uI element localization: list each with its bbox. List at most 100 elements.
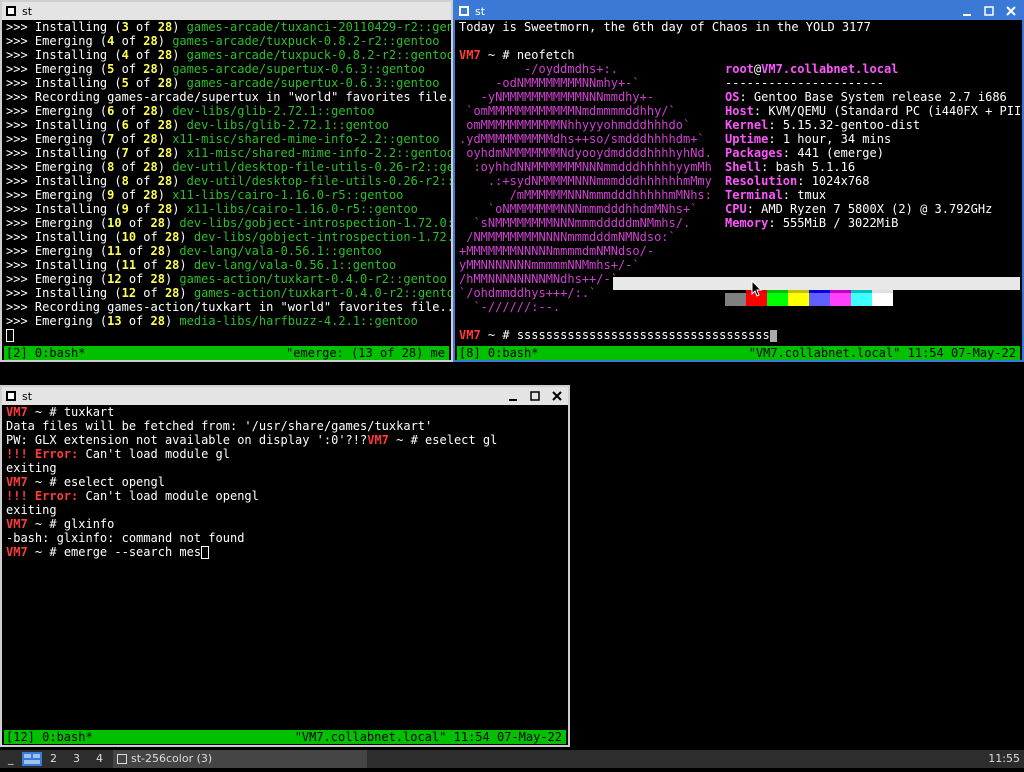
close-icon	[552, 391, 562, 401]
close-button[interactable]	[546, 387, 568, 405]
emerge-log-line: >>> Installing (12 of 28) games-action/t…	[6, 286, 453, 300]
output-line: -bash: glxinfo: command not found	[6, 531, 245, 545]
info-row: Shell: bash 5.1.16	[725, 160, 856, 174]
info-row: Host: KVM/QEMU (Standard PC (i440FX + PI…	[725, 104, 1022, 118]
info-row: Uptime: 1 hour, 34 mins	[725, 132, 892, 146]
text-cursor	[6, 329, 14, 342]
taskbar: _ 2 3 4 st-256color (3) 11:55	[0, 750, 1024, 768]
task-button-st[interactable]: st-256color (3)	[113, 750, 367, 768]
prompt-line: VM7 ~ # ssssssssssssssssssssssssssssssss…	[459, 328, 1018, 342]
tmux-pane-title: "VM7.collabnet.local" 11:54 07-May-22	[294, 730, 562, 744]
text-cursor	[769, 329, 777, 342]
info-row: CPU: AMD Ryzen 7 5800X (2) @ 3.792GHz	[725, 202, 993, 216]
tmux-window-label: [2] 0:bash*	[6, 346, 86, 360]
discordian-date: Today is Sweetmorn, the 6th day of Chaos…	[459, 20, 871, 34]
emerge-log-line: >>> Recording games-arcade/supertux in "…	[6, 90, 453, 104]
terminal-content[interactable]: >>> Installing (3 of 28) games-arcade/tu…	[2, 20, 451, 360]
output-line: PW: GLX extension not available on displ…	[6, 433, 498, 447]
emerge-log-line: >>> Emerging (8 of 28) dev-util/desktop-…	[6, 160, 453, 174]
typed-command: emerge --search mes	[63, 545, 202, 559]
window-titlebar[interactable]: st	[455, 2, 1022, 20]
emerge-log-line: >>> Emerging (10 of 28) dev-libs/gobject…	[6, 216, 453, 230]
emerge-log-line: >>> Emerging (12 of 28) games-action/tux…	[6, 272, 447, 286]
prompt-line: VM7 ~ # neofetch	[459, 48, 575, 62]
info-row: Terminal: tmux	[725, 188, 827, 202]
workspace-2-button[interactable]: 2	[50, 750, 57, 768]
tmux-status-bar: [8] 0:bash* "VM7.collabnet.local" 11:54 …	[457, 346, 1020, 360]
output-line: exiting	[6, 503, 57, 517]
workspace-pager-icon	[22, 752, 42, 766]
minimize-icon	[509, 399, 517, 401]
emerge-log-line: >>> Emerging (7 of 28) x11-misc/shared-m…	[6, 132, 440, 146]
emerge-log-line: >>> Emerging (5 of 28) games-arcade/supe…	[6, 62, 426, 76]
emerge-log-line: >>> Emerging (4 of 28) games-arcade/tuxp…	[6, 34, 440, 48]
color-swatch	[830, 293, 851, 306]
workspace-1-button[interactable]	[22, 752, 42, 766]
color-swatch	[767, 293, 788, 306]
emerge-log-line: >>> Recording games-action/tuxkart in "w…	[6, 300, 453, 314]
color-swatch	[809, 293, 830, 306]
close-icon	[1006, 6, 1016, 16]
color-swatch	[725, 293, 746, 306]
mouse-pointer-icon	[751, 280, 763, 297]
typed-command: sssssssssssssssssssssssssssssssssss	[516, 328, 770, 342]
maximize-icon	[530, 391, 540, 401]
tmux-pane-title: "emerge: (13 of 28) me	[286, 346, 445, 360]
minimize-button[interactable]	[502, 387, 524, 405]
color-swatch	[872, 293, 893, 306]
prompt-line: VM7 ~ # tuxkart	[6, 405, 115, 419]
tmux-window-label: [12] 0:bash*	[6, 730, 93, 744]
emerge-log-line: >>> Installing (4 of 28) games-arcade/tu…	[6, 48, 453, 62]
window-title: st	[22, 389, 33, 403]
maximize-button[interactable]	[524, 387, 546, 405]
window-titlebar[interactable]: st	[2, 2, 451, 20]
error-line: !!! Error: Can't load module opengl	[6, 489, 259, 503]
output-line: exiting	[6, 461, 57, 475]
terminal-app-icon	[6, 6, 16, 16]
info-row: Memory: 555MiB / 3022MiB	[725, 216, 899, 230]
tmux-status-bar: [2] 0:bash* "emerge: (13 of 28) me	[4, 346, 449, 360]
info-row: Resolution: 1024x768	[725, 174, 870, 188]
tmux-pane-title: "VM7.collabnet.local" 11:54 07-May-22	[748, 346, 1016, 360]
maximize-icon	[984, 6, 994, 16]
terminal-app-icon	[459, 6, 469, 16]
maximize-button[interactable]	[978, 2, 1000, 20]
terminal-content[interactable]: VM7 ~ # tuxkart Data files will be fetch…	[2, 405, 568, 745]
workspace-4-button[interactable]: 4	[96, 750, 103, 768]
emerge-log-line: >>> Emerging (11 of 28) dev-lang/vala-0.…	[6, 244, 382, 258]
color-swatch	[851, 293, 872, 306]
emerge-log-line: >>> Emerging (6 of 28) dev-libs/glib-2.7…	[6, 104, 375, 118]
emerge-log-line: >>> Installing (5 of 28) games-arcade/su…	[6, 76, 440, 90]
window-icon	[117, 754, 127, 764]
terminal-window-neofetch[interactable]: st Today is Sweetmorn, the 6th day of Ch…	[453, 0, 1024, 362]
emerge-log-line: >>> Installing (7 of 28) x11-misc/shared…	[6, 146, 453, 160]
clock: 11:55	[988, 752, 1020, 765]
workspace-marker: _	[8, 752, 14, 765]
terminal-app-icon	[6, 391, 16, 401]
terminal-content[interactable]: Today is Sweetmorn, the 6th day of Chaos…	[455, 20, 1022, 360]
minimize-button[interactable]	[956, 2, 978, 20]
close-button[interactable]	[1000, 2, 1022, 20]
minimize-icon	[963, 14, 971, 16]
window-title: st	[475, 4, 486, 18]
task-label: st-256color (3)	[131, 752, 213, 765]
prompt-line: VM7 ~ # eselect opengl	[6, 475, 165, 489]
emerge-log-line: >>> Installing (10 of 28) dev-libs/gobje…	[6, 230, 453, 244]
text-cursor	[201, 546, 210, 559]
window-title: st	[22, 4, 33, 18]
workspace-3-button[interactable]: 3	[73, 750, 80, 768]
tmux-window-label: [8] 0:bash*	[459, 346, 539, 360]
window-titlebar[interactable]: st	[2, 387, 568, 405]
output-line: Data files will be fetched from: '/usr/s…	[6, 419, 433, 433]
terminal-window-tuxkart[interactable]: st VM7 ~ # tuxkart Data files will be fe…	[0, 385, 570, 747]
color-swatch	[788, 293, 809, 306]
terminal-window-emerge[interactable]: st >>> Installing (3 of 28) games-arcade…	[0, 0, 453, 362]
emerge-log-line: >>> Emerging (13 of 28) media-libs/harfb…	[6, 314, 418, 328]
emerge-log-line: >>> Installing (9 of 28) x11-libs/cairo-…	[6, 202, 418, 216]
emerge-log-line: >>> Installing (8 of 28) dev-util/deskto…	[6, 174, 453, 188]
info-row: Packages: 441 (emerge)	[725, 146, 884, 160]
info-row: Kernel: 5.15.32-gentoo-dist	[725, 118, 921, 132]
error-line: !!! Error: Can't load module gl	[6, 447, 230, 461]
tmux-status-bar: [12] 0:bash* "VM7.collabnet.local" 11:54…	[4, 730, 566, 744]
emerge-log-line: >>> Installing (6 of 28) dev-libs/glib-2…	[6, 118, 389, 132]
